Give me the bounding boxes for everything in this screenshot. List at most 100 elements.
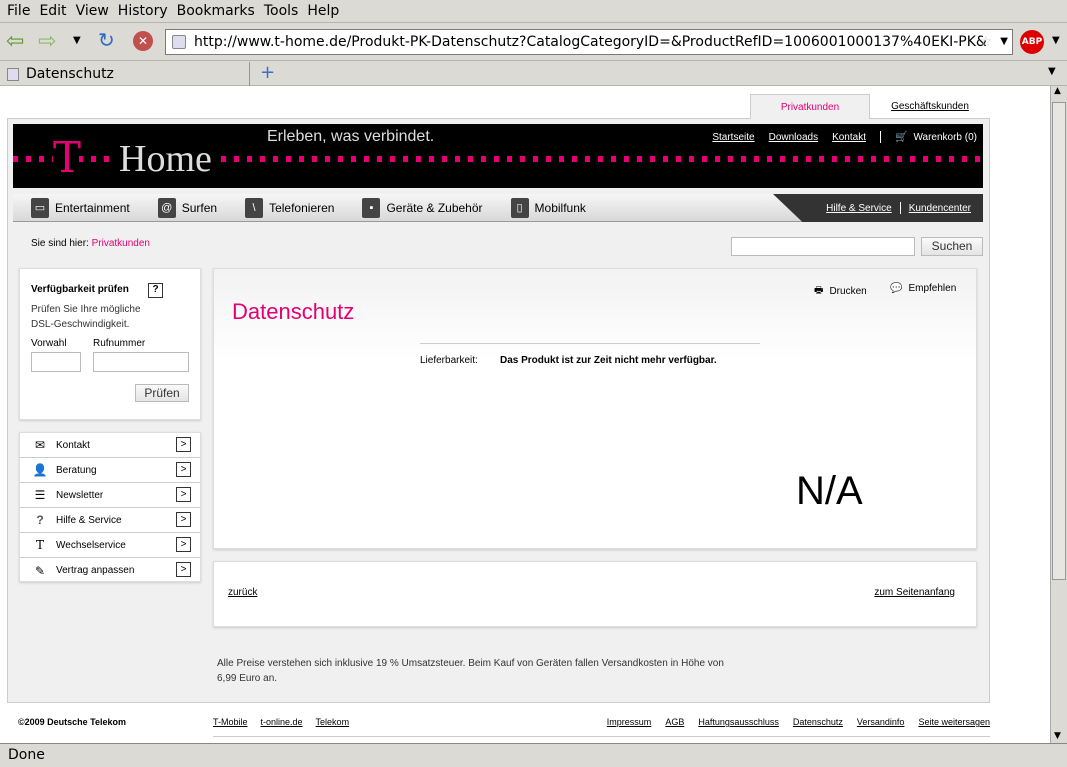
- back-link[interactable]: zurück: [228, 587, 257, 598]
- reload-icon[interactable]: ↻: [98, 28, 115, 52]
- tab-list-icon[interactable]: ▼: [1048, 66, 1056, 77]
- link-kundencenter[interactable]: Kundencenter: [909, 203, 971, 214]
- switch-icon: T: [35, 538, 44, 552]
- tab-privatkunden[interactable]: Privatkunden: [750, 94, 870, 119]
- link-kontakt-row[interactable]: ✉ Kontakt >: [20, 433, 200, 458]
- menu-tools[interactable]: Tools: [264, 3, 299, 19]
- nav-surfen[interactable]: @ Surfen: [157, 197, 217, 218]
- pager-card: zurück zum Seitenanfang: [213, 561, 977, 627]
- tab-title: Datenschutz: [26, 66, 114, 82]
- question-icon: ?: [36, 513, 44, 527]
- breadcrumb: Sie sind hier: Privatkunden: [31, 238, 150, 249]
- adblock-dropdown-icon[interactable]: ▼: [1052, 35, 1060, 46]
- breadcrumb-privatkunden[interactable]: Privatkunden: [92, 238, 150, 249]
- link-startseite[interactable]: Startseite: [712, 132, 754, 143]
- footer-impressum[interactable]: Impressum: [607, 717, 652, 727]
- search-input[interactable]: [731, 237, 915, 256]
- print-button[interactable]: 🖶 Drucken: [814, 283, 867, 300]
- menu-history[interactable]: History: [118, 3, 168, 19]
- scroll-thumb[interactable]: [1052, 102, 1066, 580]
- tab-datenschutz[interactable]: Datenschutz: [0, 62, 250, 86]
- main-nav: ▭ Entertainment @ Surfen \ Telefonieren ▪ Ge…: [13, 194, 983, 222]
- copyright: ©2009 Deutsche Telekom: [18, 717, 127, 727]
- nav-telefonieren[interactable]: \ Telefonieren: [245, 197, 334, 218]
- menu-edit[interactable]: Edit: [39, 3, 66, 19]
- footer-agb[interactable]: AGB: [665, 717, 684, 727]
- availability-label: Lieferbarkeit:: [420, 355, 478, 366]
- nav-geraete[interactable]: ▪ Geräte & Zubehör: [362, 197, 483, 218]
- history-dropdown-icon[interactable]: ▼: [73, 35, 81, 46]
- link-list: ✉ Kontakt > 👤 Beratung > ☰ Newsletter > ? Hilfe…: [19, 432, 201, 582]
- logo-t[interactable]: T: [53, 137, 81, 179]
- nav-entertainment[interactable]: ▭ Entertainment: [31, 197, 130, 218]
- footer-tmobile[interactable]: T-Mobile: [213, 717, 248, 727]
- url-dropdown-icon[interactable]: ▼: [1000, 30, 1008, 54]
- arrow-icon: >: [176, 462, 191, 477]
- footer-datenschutz[interactable]: Datenschutz: [793, 717, 843, 727]
- cart-link[interactable]: Warenkorb (0): [913, 132, 977, 143]
- pruefen-button[interactable]: Prüfen: [135, 384, 189, 402]
- arrow-icon: >: [176, 512, 191, 527]
- availability-box: Verfügbarkeit prüfen ? Prüfen Sie Ihre m…: [19, 268, 201, 420]
- forward-icon[interactable]: ⇨: [38, 29, 56, 54]
- arrow-icon: >: [176, 537, 191, 552]
- price-note: Alle Preise verstehen sich inklusive 19 …: [217, 658, 724, 669]
- recommend-button[interactable]: 💬 Empfehlen: [890, 283, 956, 294]
- link-hilfe-row[interactable]: ? Hilfe & Service >: [20, 508, 200, 533]
- status-bar: Done: [0, 743, 1067, 767]
- vorwahl-input[interactable]: [31, 352, 81, 372]
- divider: [420, 343, 760, 344]
- footer-tonline[interactable]: t-online.de: [261, 717, 303, 727]
- tab-geschaeftskunden[interactable]: Geschäftskunden: [880, 94, 980, 119]
- at-icon: @: [157, 197, 176, 218]
- new-tab-icon[interactable]: +: [260, 62, 275, 83]
- availability-value: Das Produkt ist zur Zeit nicht mehr verf…: [500, 355, 717, 366]
- speech-bubble-icon: 💬: [890, 283, 903, 294]
- footer-weitersagen[interactable]: Seite weitersagen: [918, 717, 990, 727]
- help-icon[interactable]: ?: [148, 283, 163, 298]
- menu-bookmarks[interactable]: Bookmarks: [177, 3, 255, 19]
- menu-file[interactable]: File: [7, 3, 30, 19]
- availability-title: Verfügbarkeit prüfen: [31, 284, 129, 295]
- page-title: Datenschutz: [232, 299, 355, 324]
- back-icon[interactable]: ⇦: [6, 29, 24, 54]
- mobile-icon: ▯: [510, 197, 529, 218]
- menu-help[interactable]: Help: [307, 3, 339, 19]
- main-card: 🖶 Drucken 💬 Empfehlen Datenschutz Lieferba…: [213, 268, 977, 549]
- page-icon: [7, 68, 19, 81]
- stop-icon[interactable]: ✕: [133, 31, 153, 51]
- logo-home[interactable]: Home: [115, 140, 216, 178]
- availability-desc-2: DSL-Geschwindigkeit.: [31, 319, 130, 330]
- scroll-down-icon[interactable]: ▼: [1054, 731, 1061, 741]
- footer-telekom[interactable]: Telekom: [316, 717, 350, 727]
- slogan: Erleben, was verbindet.: [267, 128, 435, 145]
- service-nav: Hilfe & Service Kundencenter: [773, 194, 983, 222]
- link-wechselservice-row[interactable]: T Wechselservice >: [20, 533, 200, 558]
- availability-desc: Prüfen Sie Ihre mögliche: [31, 304, 141, 315]
- rufnummer-input[interactable]: [93, 352, 189, 372]
- bookmark-star-icon[interactable]: ☆: [979, 30, 992, 54]
- vertical-scrollbar[interactable]: ▲ ▼: [1050, 86, 1067, 743]
- mail-icon: ✉: [34, 438, 46, 452]
- arrow-icon: >: [176, 437, 191, 452]
- menu-view[interactable]: View: [76, 3, 109, 19]
- top-link[interactable]: zum Seitenanfang: [874, 587, 955, 598]
- search-button[interactable]: Suchen: [921, 237, 983, 256]
- link-beratung-row[interactable]: 👤 Beratung >: [20, 458, 200, 483]
- link-newsletter-row[interactable]: ☰ Newsletter >: [20, 483, 200, 508]
- edit-icon: ✎: [34, 563, 46, 578]
- nav-mobilfunk[interactable]: ▯ Mobilfunk: [510, 197, 586, 218]
- arrow-icon: >: [176, 562, 191, 577]
- footer-haftung[interactable]: Haftungsausschluss: [698, 717, 779, 727]
- document-icon: ☰: [34, 488, 46, 502]
- footer-versandinfo[interactable]: Versandinfo: [857, 717, 905, 727]
- link-downloads[interactable]: Downloads: [769, 132, 818, 143]
- scroll-up-icon[interactable]: ▲: [1054, 86, 1061, 96]
- url-bar[interactable]: http://www.t-home.de/Produkt-PK-Datensch…: [165, 29, 1013, 55]
- link-vertrag-row[interactable]: ✎ Vertrag anpassen >: [20, 558, 200, 583]
- phone-icon: \: [245, 197, 264, 218]
- label-vorwahl: Vorwahl: [31, 338, 67, 349]
- link-kontakt[interactable]: Kontakt: [832, 132, 866, 143]
- link-hilfe-service[interactable]: Hilfe & Service: [826, 203, 892, 214]
- adblock-icon[interactable]: ABP: [1020, 30, 1044, 54]
